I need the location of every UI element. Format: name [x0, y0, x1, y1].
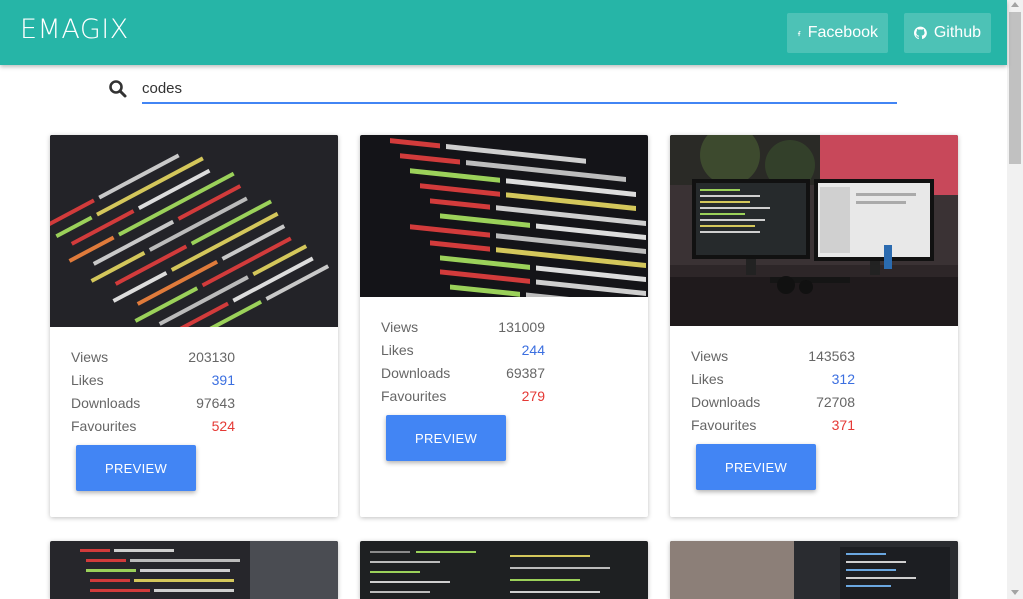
card-stats: Views 131009 Likes 244 Downloads 69387 Favo…: [381, 317, 551, 409]
downloads-value: 97643: [196, 395, 235, 411]
views-value: 203130: [188, 349, 235, 365]
brand-logo[interactable]: EMAGIX: [20, 14, 129, 45]
likes-value: 244: [521, 342, 545, 358]
card-image[interactable]: [360, 135, 648, 297]
stat-downloads: Downloads 72708: [691, 392, 861, 415]
likes-value: 312: [831, 371, 855, 387]
downloads-label: Downloads: [381, 365, 451, 381]
stat-favourites: Favourites 524: [71, 416, 241, 439]
views-value: 143563: [808, 348, 855, 364]
search-bar: [108, 76, 897, 104]
scrollbar-thumb[interactable]: [1009, 12, 1021, 164]
favourites-value: 279: [521, 388, 545, 404]
card-image[interactable]: [360, 541, 648, 599]
search-input[interactable]: [142, 76, 897, 104]
downloads-value: 72708: [816, 394, 855, 410]
stat-downloads: Downloads 69387: [381, 363, 551, 386]
likes-label: Likes: [381, 342, 414, 358]
stat-likes: Likes 312: [691, 369, 861, 392]
stat-downloads: Downloads 97643: [71, 393, 241, 416]
stat-views: Views 131009: [381, 317, 551, 340]
image-card: [50, 541, 338, 599]
card-image[interactable]: [670, 541, 958, 599]
image-card: Views 131009 Likes 244 Downloads 69387 Favo…: [360, 135, 648, 517]
stat-likes: Likes 391: [71, 370, 241, 393]
stat-views: Views 143563: [691, 346, 861, 369]
card-stats: Views 203130 Likes 391 Downloads 97643 Favo…: [71, 347, 241, 439]
scroll-up-arrow-icon[interactable]: [1011, 2, 1019, 7]
github-icon: [914, 26, 927, 40]
favourites-value: 371: [831, 417, 855, 433]
github-label: Github: [933, 24, 981, 41]
card-stats: Views 143563 Likes 312 Downloads 72708 Favo…: [691, 346, 861, 438]
image-card: Views 143563 Likes 312 Downloads 72708 Favo…: [670, 135, 958, 517]
favourites-label: Favourites: [71, 418, 137, 434]
favourites-label: Favourites: [381, 388, 447, 404]
facebook-button[interactable]: Facebook: [787, 13, 888, 53]
downloads-value: 69387: [506, 365, 545, 381]
scroll-down-arrow-icon[interactable]: [1011, 590, 1019, 595]
image-card: [670, 541, 958, 599]
scrollbar[interactable]: [1007, 0, 1023, 599]
navbar: EMAGIX Facebook Github: [0, 0, 1007, 65]
downloads-label: Downloads: [71, 395, 141, 411]
likes-value: 391: [211, 372, 235, 388]
search-icon: [109, 80, 127, 98]
card-image[interactable]: [670, 135, 958, 326]
facebook-icon: [797, 30, 801, 36]
favourites-value: 524: [211, 418, 235, 434]
favourites-label: Favourites: [691, 417, 757, 433]
card-image[interactable]: [50, 135, 338, 327]
card-image[interactable]: [50, 541, 338, 599]
likes-label: Likes: [691, 371, 724, 387]
stat-favourites: Favourites 371: [691, 415, 861, 438]
views-label: Views: [691, 348, 729, 364]
views-label: Views: [381, 319, 419, 335]
github-button[interactable]: Github: [904, 13, 991, 53]
preview-button[interactable]: PREVIEW: [696, 444, 816, 490]
image-card: Views 203130 Likes 391 Downloads 97643 Favo…: [50, 135, 338, 517]
facebook-label: Facebook: [807, 24, 878, 41]
stat-views: Views 203130: [71, 347, 241, 370]
likes-label: Likes: [71, 372, 104, 388]
stat-favourites: Favourites 279: [381, 386, 551, 409]
views-label: Views: [71, 349, 109, 365]
image-card: [360, 541, 648, 599]
stat-likes: Likes 244: [381, 340, 551, 363]
preview-button[interactable]: PREVIEW: [76, 445, 196, 491]
preview-button[interactable]: PREVIEW: [386, 415, 506, 461]
views-value: 131009: [498, 319, 545, 335]
downloads-label: Downloads: [691, 394, 761, 410]
